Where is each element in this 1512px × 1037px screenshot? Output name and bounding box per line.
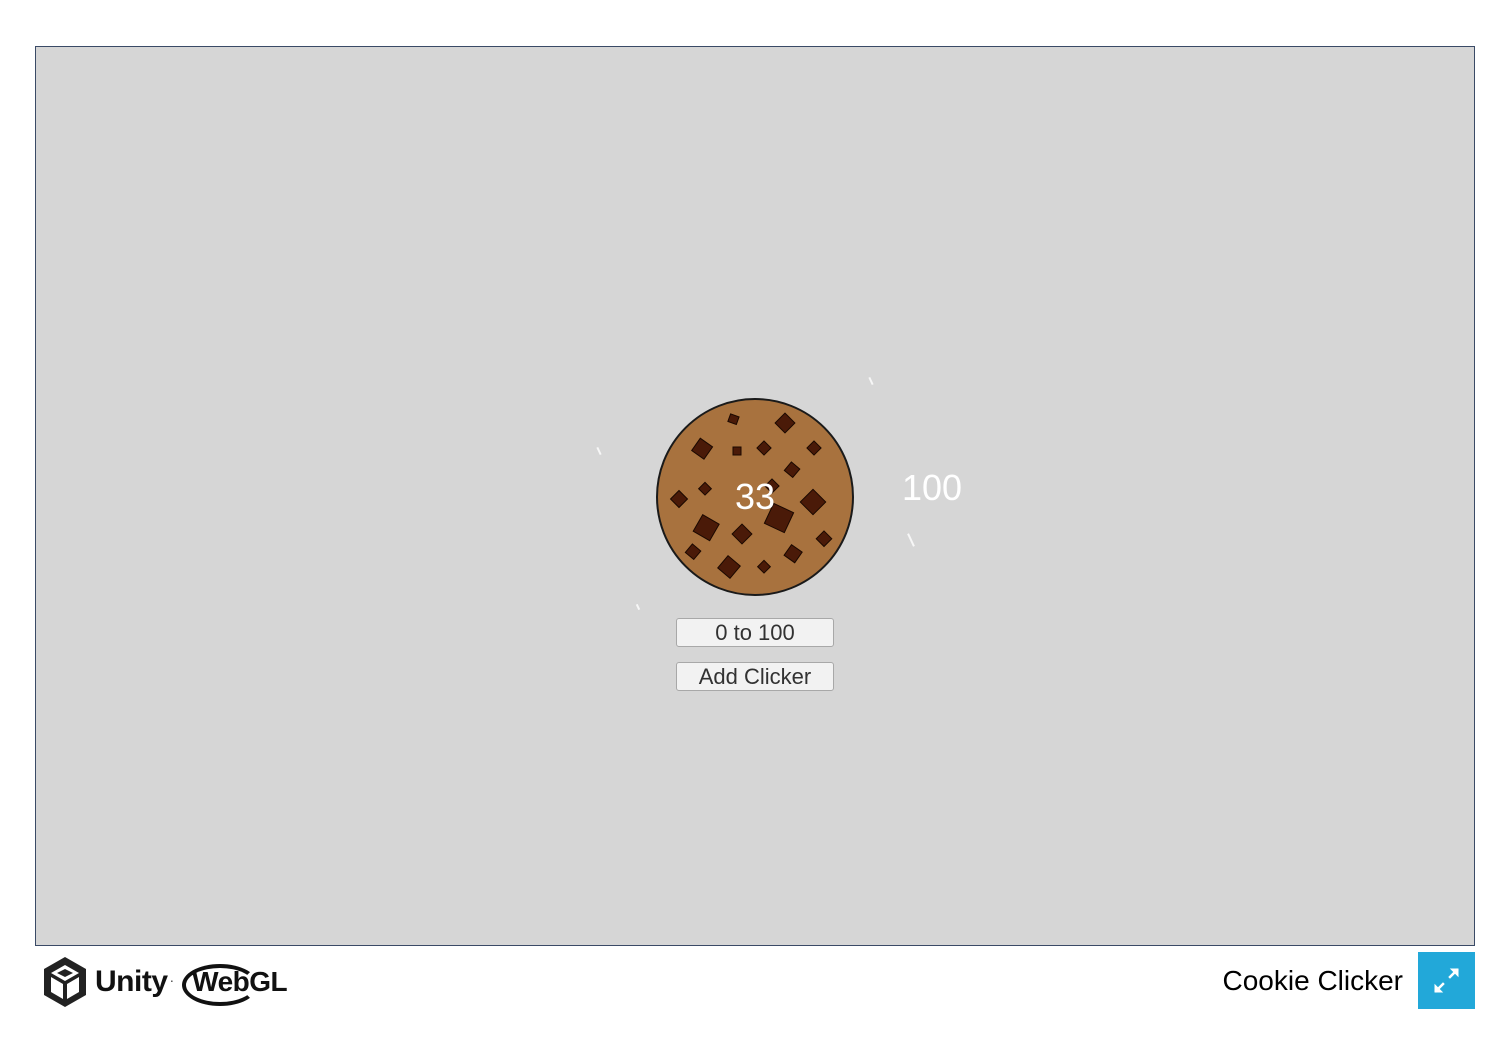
- cursor-speck: [868, 376, 874, 386]
- cookie-icon: [656, 398, 854, 596]
- unity-logo-text: Unity: [95, 965, 168, 998]
- target-value-label: 100: [902, 467, 963, 508]
- unity-cube-icon: [44, 957, 86, 1007]
- fullscreen-icon: [1434, 968, 1459, 993]
- cursor-speck: [596, 446, 602, 456]
- build-title: Cookie Clicker: [1222, 965, 1404, 996]
- webgl-logo: WebGL: [182, 962, 293, 1006]
- range-button[interactable]: 0 to 100: [676, 618, 834, 647]
- cursor-speck: [907, 533, 915, 547]
- unity-footer: Unity · WebGL Cookie Clicker: [35, 946, 1475, 1016]
- game-canvas[interactable]: 33 100 0 to 100 Add Clicker: [35, 46, 1475, 946]
- cursor-speck: [635, 603, 641, 611]
- unity-container: 33 100 0 to 100 Add Clicker: [35, 46, 1475, 946]
- add-clicker-button[interactable]: Add Clicker: [676, 662, 834, 691]
- cookie-button[interactable]: [655, 397, 855, 597]
- webgl-ring-icon: [182, 964, 259, 1006]
- fullscreen-button[interactable]: [1418, 952, 1475, 1009]
- unity-webgl-logo: Unity · WebGL: [41, 954, 293, 1010]
